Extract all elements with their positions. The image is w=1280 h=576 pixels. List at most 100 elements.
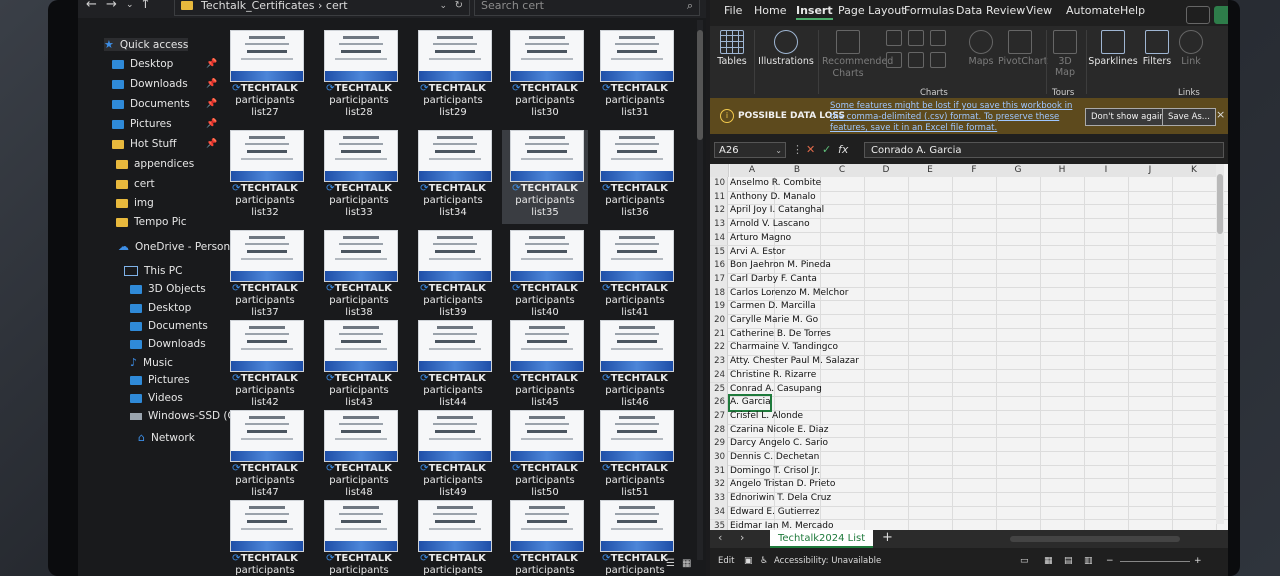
search-icon[interactable]: ⌕ — [687, 0, 693, 15]
row-header[interactable]: 24 — [710, 368, 728, 383]
file-item[interactable]: ⟳TECHTALK participants list49 — [410, 410, 496, 504]
tab-review[interactable]: Review — [986, 4, 1025, 17]
sidebar-item-documents[interactable]: Documents — [112, 98, 190, 110]
illustrations-button[interactable]: Illustrations — [758, 30, 814, 67]
tab-file[interactable]: File — [724, 4, 742, 17]
tab-help[interactable]: Help — [1120, 4, 1145, 17]
cell-a[interactable]: Charmaine V. Tandingco — [730, 341, 838, 355]
tab-insert[interactable]: Insert — [796, 4, 833, 20]
message-link[interactable]: Some features might be lost if you save … — [830, 101, 1078, 134]
cell-a[interactable]: Conrad A. Casupang — [730, 383, 822, 397]
row-header[interactable]: 20 — [710, 314, 728, 328]
normal-view-icon[interactable]: ▦ — [1044, 556, 1053, 566]
file-item[interactable]: ⟳TECHTALK participants list28 — [316, 30, 402, 124]
next-sheet-icon[interactable]: › — [740, 531, 744, 544]
zoom-slider[interactable] — [1120, 561, 1190, 562]
breadcrumb[interactable]: Techtalk_Certificates › cert ⌄ ↻ — [174, 0, 470, 16]
pivotchart-button[interactable]: PivotChart — [998, 30, 1047, 67]
sidebar-item-pictures[interactable]: Pictures — [130, 374, 190, 386]
worksheet-vertical-scrollbar[interactable] — [1216, 164, 1224, 524]
file-item[interactable]: ⟳TECHTALK participants list45 — [502, 320, 588, 414]
cell-a[interactable]: Czarina Nicole E. Diaz — [730, 424, 828, 438]
close-icon[interactable]: × — [1216, 108, 1225, 121]
scrollbar-thumb[interactable] — [697, 30, 703, 140]
file-item[interactable]: ⟳TECHTALK participants list34 — [410, 130, 496, 224]
tab-home[interactable]: Home — [754, 4, 786, 17]
accessibility-icon[interactable]: ♿ — [760, 556, 768, 566]
sidebar-item-desktop[interactable]: Desktop — [130, 302, 191, 314]
file-item[interactable]: ⟳TECHTALK participants list27 — [222, 30, 308, 124]
sidebar-item-quick-access[interactable]: ★ Quick access — [104, 38, 189, 51]
sidebar-item-appendices[interactable]: appendices — [116, 158, 194, 170]
sidebar-item-documents[interactable]: Documents — [130, 320, 208, 332]
chevron-down-icon[interactable]: ⌄ — [439, 0, 447, 15]
cell-a[interactable]: Bon Jaehron M. Pineda — [730, 259, 831, 273]
row-header[interactable]: 17 — [710, 272, 728, 287]
add-sheet-icon[interactable]: + — [882, 530, 893, 545]
details-view-icon[interactable]: ☰ — [666, 558, 675, 569]
file-item[interactable]: ⟳TECHTALK participants list48 — [316, 410, 402, 504]
cell-a[interactable]: Carylle Marie M. Go — [730, 314, 818, 328]
tab-formulas[interactable]: Formulas — [904, 4, 954, 17]
sheet-tab[interactable]: Techtalk2024 List — [770, 530, 874, 548]
zoom-in-icon[interactable]: + — [1194, 556, 1202, 566]
3d-map-button[interactable]: 3D Map — [1048, 30, 1082, 78]
cell-a[interactable]: Ednoriwin T. Dela Cruz — [730, 492, 831, 506]
file-item[interactable]: ⟳TECHTALK participants list36 — [592, 130, 678, 224]
column-header[interactable]: E — [908, 164, 953, 177]
formula-input[interactable]: Conrado A. Garcia — [864, 142, 1224, 158]
save-as-button[interactable]: Save As... — [1162, 108, 1216, 126]
file-item[interactable]: ⟳TECHTALK participants list29 — [410, 30, 496, 124]
column-header[interactable]: F — [952, 164, 997, 177]
cell-a[interactable]: Angelo Tristan D. Prieto — [730, 478, 835, 492]
pin-icon[interactable]: 📌 — [206, 59, 217, 69]
more-options-icon[interactable]: ⋮ — [792, 143, 803, 156]
file-item[interactable]: ⟳TECHTALK participants list33 — [316, 130, 402, 224]
row-header[interactable]: 25 — [710, 382, 728, 397]
share-icon[interactable] — [1214, 6, 1228, 24]
breadcrumb-item-current[interactable]: cert — [326, 0, 348, 12]
file-item[interactable]: ⟳TECHTALK participants list46 — [592, 320, 678, 414]
column-header[interactable]: A — [730, 164, 775, 177]
display-settings-icon[interactable]: ▭ — [1020, 556, 1029, 566]
row-header[interactable]: 32 — [710, 478, 728, 493]
worksheet-grid[interactable]: A B C D E F G H I J K 10 Anselmo R. Combite 11 Anthony… — [710, 164, 1228, 532]
tab-automate[interactable]: Automate — [1066, 4, 1120, 17]
file-item[interactable]: ⟳TECHTALK participants list44 — [410, 320, 496, 414]
sidebar-item-network[interactable]: ⌂ Network — [138, 431, 195, 444]
page-layout-view-icon[interactable]: ▤ — [1064, 556, 1073, 566]
filters-button[interactable]: Filters — [1140, 30, 1174, 67]
row-header[interactable]: 23 — [710, 355, 728, 369]
file-item[interactable]: ⟳TECHTALK participants list31 — [592, 30, 678, 124]
sidebar-item-downloads[interactable]: Downloads — [130, 338, 206, 350]
cancel-icon[interactable]: ✕ — [806, 143, 815, 156]
sidebar-item-pictures[interactable]: Pictures — [112, 118, 172, 130]
cell-a[interactable]: Carlos Lorenzo M. Melchor — [730, 287, 848, 301]
row-header[interactable]: 22 — [710, 341, 728, 356]
cell-a[interactable]: Arturo Magno — [730, 232, 791, 246]
cell-a[interactable]: Anthony D. Manalo — [730, 191, 816, 205]
row-header[interactable]: 11 — [710, 190, 728, 205]
zoom-out-icon[interactable]: − — [1106, 556, 1114, 566]
sidebar-item-desktop[interactable]: Desktop — [112, 58, 173, 70]
file-item[interactable]: ⟳TECHTALK participants list42 — [222, 320, 308, 414]
cell-a[interactable]: Carl Darby F. Canta — [730, 273, 817, 287]
breadcrumb-item-parent[interactable]: Techtalk_Certificates — [201, 0, 315, 12]
row-header[interactable]: 26 — [710, 396, 728, 410]
recommended-charts-button[interactable]: Recommended Charts — [822, 30, 893, 80]
pin-icon[interactable]: 📌 — [206, 139, 217, 149]
insert-function-icon[interactable]: fx — [838, 143, 848, 156]
up-arrow-icon[interactable]: ↑ — [140, 0, 151, 12]
chevron-down-icon[interactable]: ⌄ — [775, 143, 782, 159]
row-header[interactable]: 33 — [710, 492, 728, 506]
tables-button[interactable]: Tables — [716, 30, 748, 67]
row-header[interactable]: 12 — [710, 204, 728, 219]
cell-a[interactable]: Christine R. Rizarre — [730, 369, 816, 383]
sidebar-item-hot-stuff[interactable]: Hot Stuff — [112, 138, 176, 150]
row-header[interactable]: 19 — [710, 300, 728, 314]
row-header[interactable]: 16 — [710, 259, 728, 273]
cell-a[interactable]: Darcy Angelo C. Sario — [730, 437, 828, 451]
pin-icon[interactable]: 📌 — [206, 79, 217, 89]
row-header[interactable]: 31 — [710, 464, 728, 479]
pin-icon[interactable]: 📌 — [206, 119, 217, 129]
